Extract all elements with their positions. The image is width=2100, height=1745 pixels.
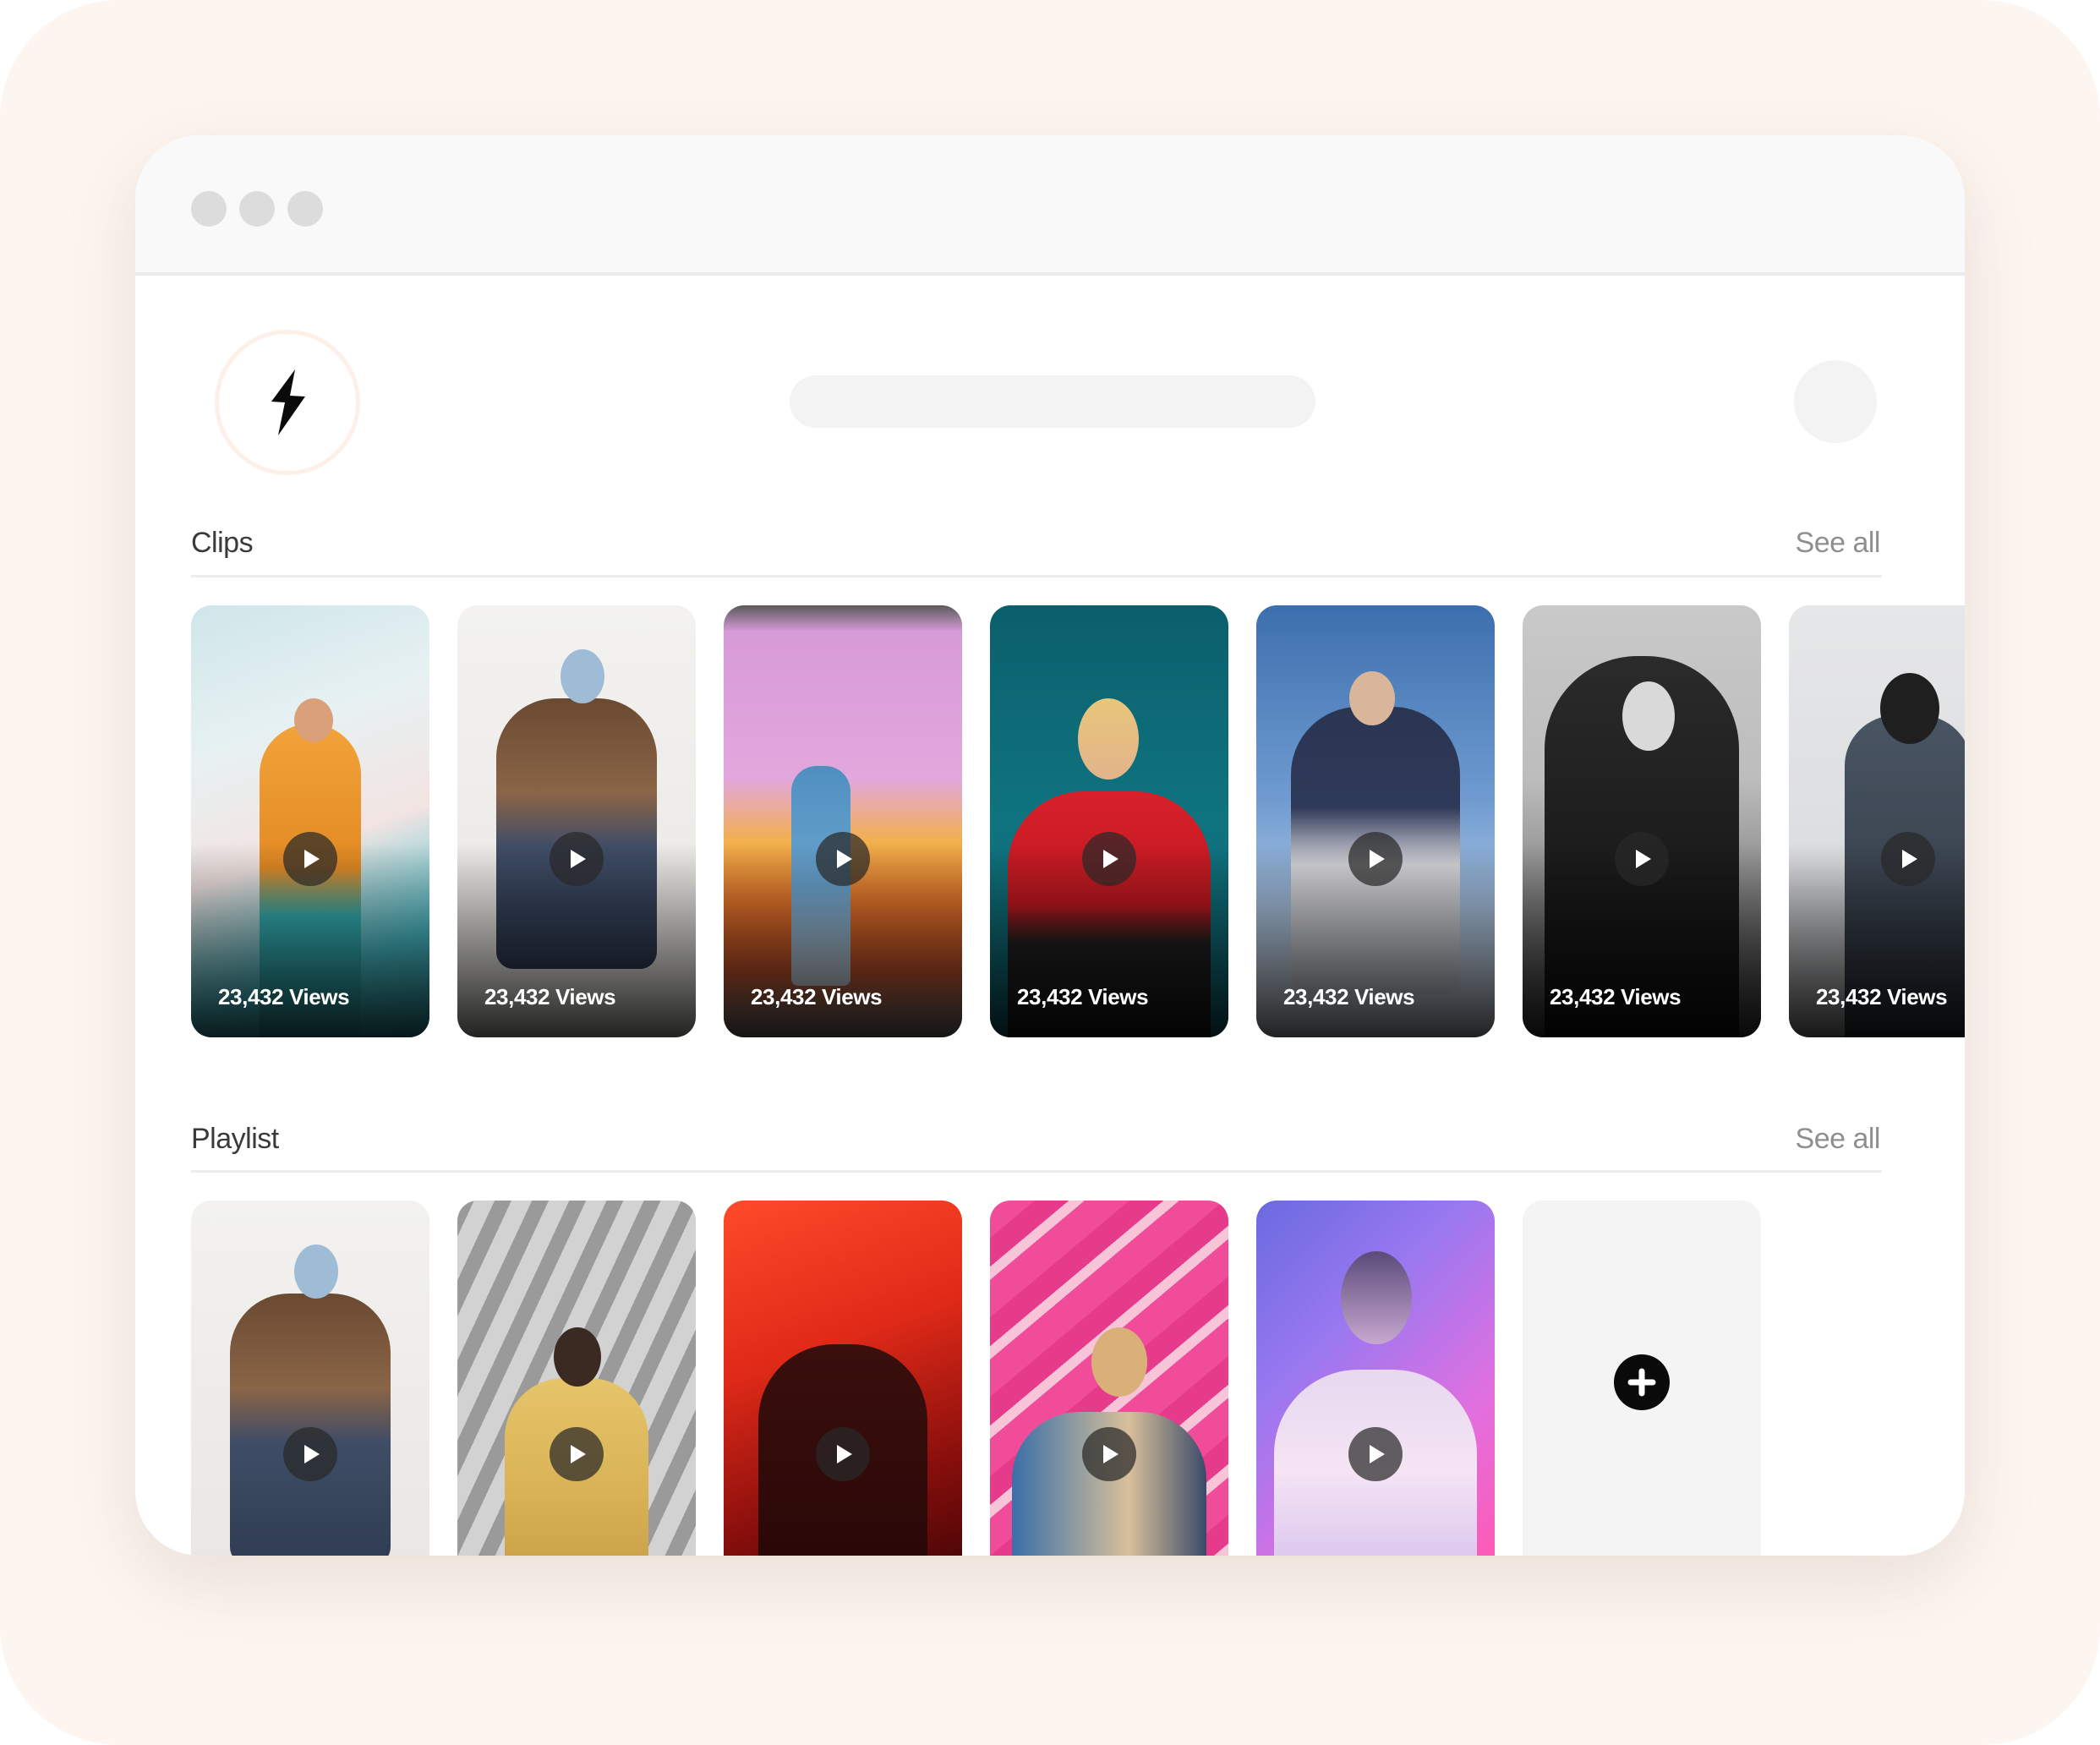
plus-icon — [1627, 1368, 1656, 1397]
play-button[interactable] — [816, 832, 870, 886]
play-icon — [1636, 850, 1651, 868]
playlist-photo-head — [1091, 1327, 1147, 1397]
user-avatar[interactable] — [1794, 360, 1877, 443]
play-icon — [1902, 850, 1917, 868]
clip-card[interactable]: 23,432 Views — [191, 605, 429, 1037]
play-icon — [837, 1445, 852, 1463]
clip-views: 23,432 Views — [1283, 984, 1415, 1009]
play-button[interactable] — [550, 1427, 604, 1481]
play-icon — [571, 850, 586, 868]
clip-photo-head — [1349, 671, 1395, 725]
play-icon — [1103, 850, 1118, 868]
clips-row: 23,432 Views 23,432 Views 23,432 Views 2… — [191, 605, 1965, 1037]
search-input[interactable] — [790, 375, 1315, 428]
window-maximize-dot[interactable] — [287, 191, 323, 227]
play-button[interactable] — [550, 832, 604, 886]
add-playlist-card[interactable] — [1523, 1201, 1761, 1556]
play-button[interactable] — [1348, 832, 1403, 886]
clip-views: 23,432 Views — [218, 984, 350, 1009]
clip-views: 23,432 Views — [1550, 984, 1682, 1009]
clip-card[interactable]: 23,432 Views — [1256, 605, 1495, 1037]
window-close-dot[interactable] — [191, 191, 227, 227]
clips-see-all-link[interactable]: See all — [1796, 527, 1881, 560]
playlist-card[interactable] — [1256, 1201, 1495, 1556]
playlist-photo-subject — [230, 1294, 391, 1556]
clip-views: 23,432 Views — [751, 984, 883, 1009]
clip-card[interactable]: 23,432 Views — [457, 605, 696, 1037]
clip-photo-head — [561, 649, 604, 703]
clip-card[interactable]: 23,432 Views — [990, 605, 1228, 1037]
playlist-card[interactable] — [724, 1201, 962, 1556]
play-icon — [571, 1445, 586, 1463]
clip-views: 23,432 Views — [1017, 984, 1149, 1009]
clip-photo-head — [1078, 698, 1139, 780]
window-minimize-dot[interactable] — [239, 191, 275, 227]
clip-photo-head — [1622, 681, 1675, 751]
clips-divider — [191, 575, 1882, 577]
play-icon — [304, 1445, 320, 1463]
clip-views: 23,432 Views — [484, 984, 616, 1009]
playlist-photo-head — [554, 1327, 601, 1387]
play-button[interactable] — [1615, 832, 1669, 886]
window-titlebar — [135, 135, 1965, 276]
clip-photo-head — [1880, 673, 1939, 744]
play-button[interactable] — [1082, 832, 1136, 886]
clip-views: 23,432 Views — [1816, 984, 1948, 1009]
play-button[interactable] — [1348, 1427, 1403, 1481]
play-icon — [304, 850, 320, 868]
playlist-photo-head — [1341, 1251, 1412, 1344]
playlist-photo-head — [294, 1244, 338, 1299]
clips-section-title: Clips — [191, 527, 254, 559]
play-button[interactable] — [283, 1427, 337, 1481]
clip-card[interactable]: 23,432 Views — [1523, 605, 1761, 1037]
page-background: Clips See all 23,432 Views 23,432 Views … — [0, 0, 2100, 1745]
playlist-card[interactable] — [990, 1201, 1228, 1556]
clip-card[interactable]: 23,432 Views — [1789, 605, 1965, 1037]
browser-window: Clips See all 23,432 Views 23,432 Views … — [135, 135, 1965, 1556]
playlist-see-all-link[interactable]: See all — [1796, 1123, 1881, 1156]
playlist-card[interactable] — [191, 1201, 429, 1556]
clip-photo-head — [294, 698, 333, 742]
play-icon — [1370, 850, 1385, 868]
playlist-divider — [191, 1170, 1882, 1173]
play-button[interactable] — [1082, 1427, 1136, 1481]
play-button[interactable] — [816, 1427, 870, 1481]
add-playlist-button[interactable] — [1614, 1354, 1670, 1410]
play-icon — [1370, 1445, 1385, 1463]
play-icon — [837, 850, 852, 868]
play-icon — [1103, 1445, 1118, 1463]
play-button[interactable] — [1881, 832, 1935, 886]
play-button[interactable] — [283, 832, 337, 886]
playlist-section-title: Playlist — [191, 1123, 279, 1155]
playlist-card[interactable] — [457, 1201, 696, 1556]
lightning-bolt-icon — [271, 369, 305, 435]
app-logo[interactable] — [215, 330, 360, 475]
clip-card[interactable]: 23,432 Views — [724, 605, 962, 1037]
playlist-row — [191, 1201, 1761, 1556]
